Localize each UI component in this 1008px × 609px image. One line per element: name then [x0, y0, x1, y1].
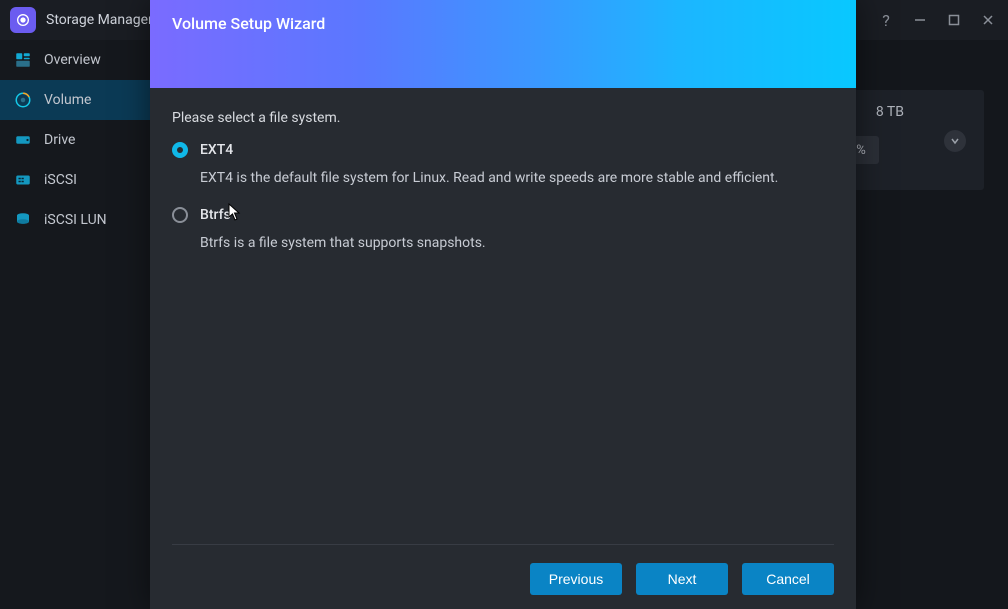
drive-icon: [14, 131, 32, 149]
sidebar-item-iscsi-lun[interactable]: iSCSI LUN: [0, 200, 150, 240]
volume-size: 8 TB: [876, 104, 904, 120]
sidebar-item-label: Volume: [44, 92, 91, 108]
next-button[interactable]: Next: [636, 563, 728, 595]
radio-option-ext4[interactable]: EXT4: [172, 142, 834, 158]
maximize-icon[interactable]: [946, 14, 962, 26]
minimize-icon[interactable]: [912, 13, 928, 27]
wizard-footer: Previous Next Cancel: [172, 544, 834, 609]
window-controls: ?: [878, 0, 996, 40]
cancel-button[interactable]: Cancel: [742, 563, 834, 595]
app-title: Storage Manager: [46, 12, 153, 28]
iscsi-lun-icon: [14, 211, 32, 229]
wizard-prompt: Please select a file system.: [172, 110, 834, 126]
wizard-title: Volume Setup Wizard: [172, 14, 325, 33]
sidebar-item-label: iSCSI LUN: [44, 212, 107, 228]
radio-icon: [172, 207, 188, 223]
volume-setup-wizard-dialog: Volume Setup Wizard Please select a file…: [150, 0, 856, 609]
iscsi-icon: [14, 171, 32, 189]
close-icon[interactable]: [980, 14, 996, 26]
radio-option-btrfs[interactable]: Btrfs: [172, 207, 834, 223]
radio-icon: [172, 142, 188, 158]
sidebar: Overview Volume Drive iSCSI iSCSI LUN: [0, 40, 150, 609]
dashboard-icon: [14, 51, 32, 69]
option-label: Btrfs: [200, 207, 231, 223]
sidebar-item-label: Drive: [44, 132, 75, 148]
option-desc-ext4: EXT4 is the default file system for Linu…: [200, 168, 834, 189]
sidebar-item-drive[interactable]: Drive: [0, 120, 150, 160]
sidebar-item-label: iSCSI: [44, 172, 77, 188]
wizard-header: Volume Setup Wizard: [150, 0, 856, 88]
wizard-body: Please select a file system. EXT4 EXT4 i…: [150, 88, 856, 544]
app-icon: [10, 7, 36, 33]
volume-icon: [14, 91, 32, 109]
sidebar-item-label: Overview: [44, 52, 101, 68]
option-label: EXT4: [200, 142, 233, 158]
chevron-down-icon[interactable]: [944, 130, 966, 152]
help-icon[interactable]: ?: [878, 11, 894, 30]
sidebar-item-volume[interactable]: Volume: [0, 80, 150, 120]
option-desc-btrfs: Btrfs is a file system that supports sna…: [200, 233, 834, 254]
previous-button[interactable]: Previous: [530, 563, 622, 595]
sidebar-item-iscsi[interactable]: iSCSI: [0, 160, 150, 200]
sidebar-item-overview[interactable]: Overview: [0, 40, 150, 80]
